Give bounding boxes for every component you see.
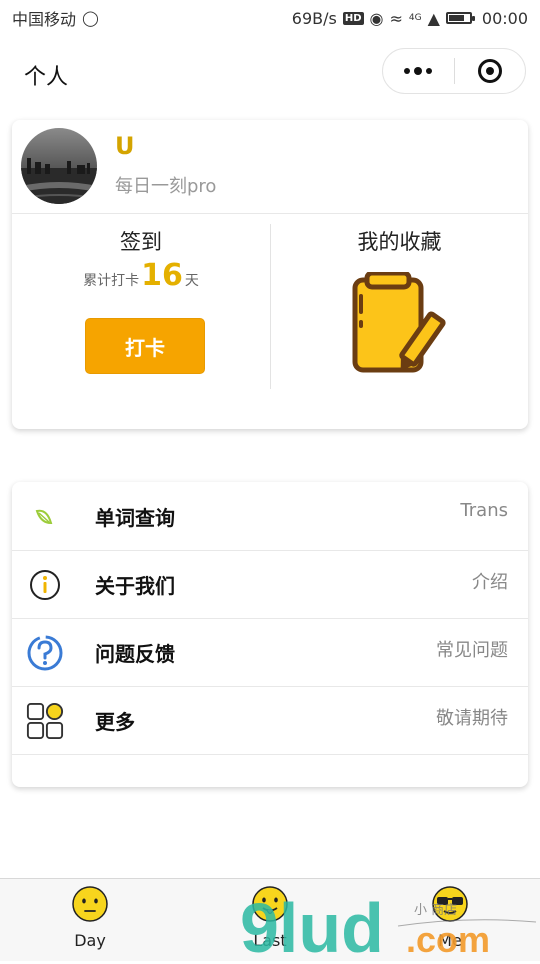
info-icon <box>26 566 64 604</box>
menu-item-about-us[interactable]: 关于我们 介绍 <box>12 550 528 619</box>
profile-row[interactable]: U 每日一刻pro <box>12 120 528 214</box>
menu-item-value: 敬请期待 <box>436 708 508 729</box>
menu-item-word-lookup[interactable]: 单词查询 Trans <box>12 482 528 551</box>
favorites-title: 我的收藏 <box>357 230 442 254</box>
profile-card: U 每日一刻pro 签到 累计打卡16 天 打卡 我的收藏 <box>12 120 528 429</box>
streak-suffix: 天 <box>184 273 199 289</box>
avatar[interactable] <box>21 128 97 204</box>
hd-icon: HD <box>342 11 364 25</box>
tab-label: Last <box>253 931 287 950</box>
question-icon <box>26 634 64 672</box>
signal-icon: ▲ <box>427 8 440 28</box>
username: U <box>115 132 135 160</box>
tab-me[interactable]: Me <box>390 885 510 957</box>
profile-subtitle: 每日一刻pro <box>115 176 217 197</box>
streak-days: 16 <box>141 258 183 293</box>
streak-prefix: 累计打卡 <box>83 273 140 289</box>
tab-bar: Day Last Me <box>0 878 540 961</box>
checkin-section: 签到 累计打卡16 天 打卡 <box>12 214 270 429</box>
target-icon <box>477 59 502 83</box>
close-miniapp-button[interactable] <box>455 49 526 93</box>
carrier-label: 中国移动 <box>12 10 77 29</box>
clock: 00:00 <box>481 8 528 28</box>
miniapp-capsule <box>382 48 526 94</box>
menu-item-more[interactable]: 更多 敬请期待 <box>12 686 528 755</box>
menu-item-value: Trans <box>460 500 508 521</box>
menu-item-value: 介绍 <box>472 572 508 593</box>
streak-counter: 累计打卡16 天 <box>12 258 270 293</box>
more-dots-icon <box>404 67 433 75</box>
battery-icon <box>445 12 475 24</box>
network-speed: 69B/s <box>291 8 337 28</box>
menu-item-label: 单词查询 <box>95 506 175 530</box>
menu-item-feedback[interactable]: 问题反馈 常见问题 <box>12 618 528 687</box>
page-title: 个人 <box>24 65 69 90</box>
favorites-section[interactable]: 我的收藏 <box>271 214 528 429</box>
qq-icon: ◯ <box>82 9 99 27</box>
status-bar: 中国移动 ◯ 69B/s HD ◉ ≈ 4G ▲ 00:00 <box>0 0 540 36</box>
clipboard-pencil-icon <box>347 270 447 376</box>
tab-label: Me <box>438 931 462 950</box>
menu-item-value: 常见问题 <box>436 640 508 661</box>
grid-icon <box>26 702 64 740</box>
checkin-button[interactable]: 打卡 <box>85 318 205 374</box>
sunglasses-face-icon <box>431 885 469 923</box>
leaf-icon <box>26 498 64 536</box>
menu-list: 单词查询 Trans 关于我们 介绍 问题反馈 常见问题 更多 敬请期待 <box>12 482 528 787</box>
eye-icon: ◉ <box>369 8 384 28</box>
nav-bar: 个人 <box>0 36 540 108</box>
tongue-face-icon <box>251 885 289 923</box>
network-type: 4G <box>408 13 422 23</box>
tab-label: Day <box>74 931 106 950</box>
checkin-title: 签到 <box>120 230 162 254</box>
tab-last[interactable]: Last <box>210 885 330 957</box>
menu-item-label: 问题反馈 <box>95 642 175 666</box>
status-right: 69B/s HD ◉ ≈ 4G ▲ 00:00 <box>292 9 528 28</box>
more-options-button[interactable] <box>383 49 454 93</box>
menu-item-label: 关于我们 <box>95 574 175 598</box>
status-left: 中国移动 ◯ <box>12 6 99 30</box>
wifi-icon: ≈ <box>389 8 403 28</box>
neutral-face-icon <box>71 885 109 923</box>
menu-item-label: 更多 <box>95 710 135 734</box>
tab-day[interactable]: Day <box>30 885 150 957</box>
